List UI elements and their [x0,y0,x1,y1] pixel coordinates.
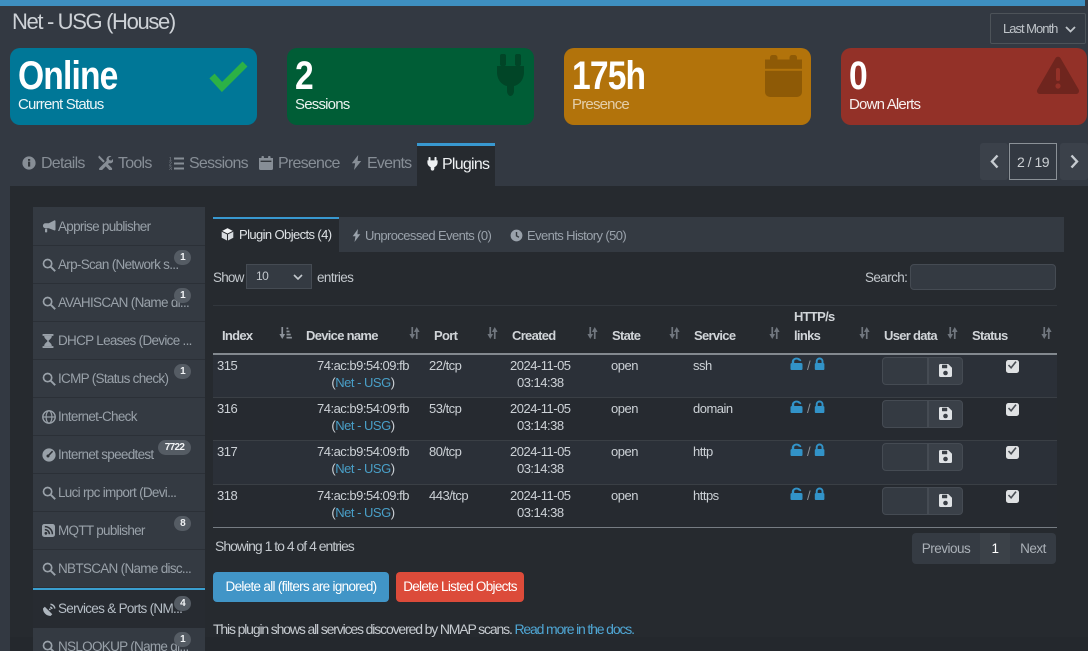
svg-text:3: 3 [169,166,172,170]
